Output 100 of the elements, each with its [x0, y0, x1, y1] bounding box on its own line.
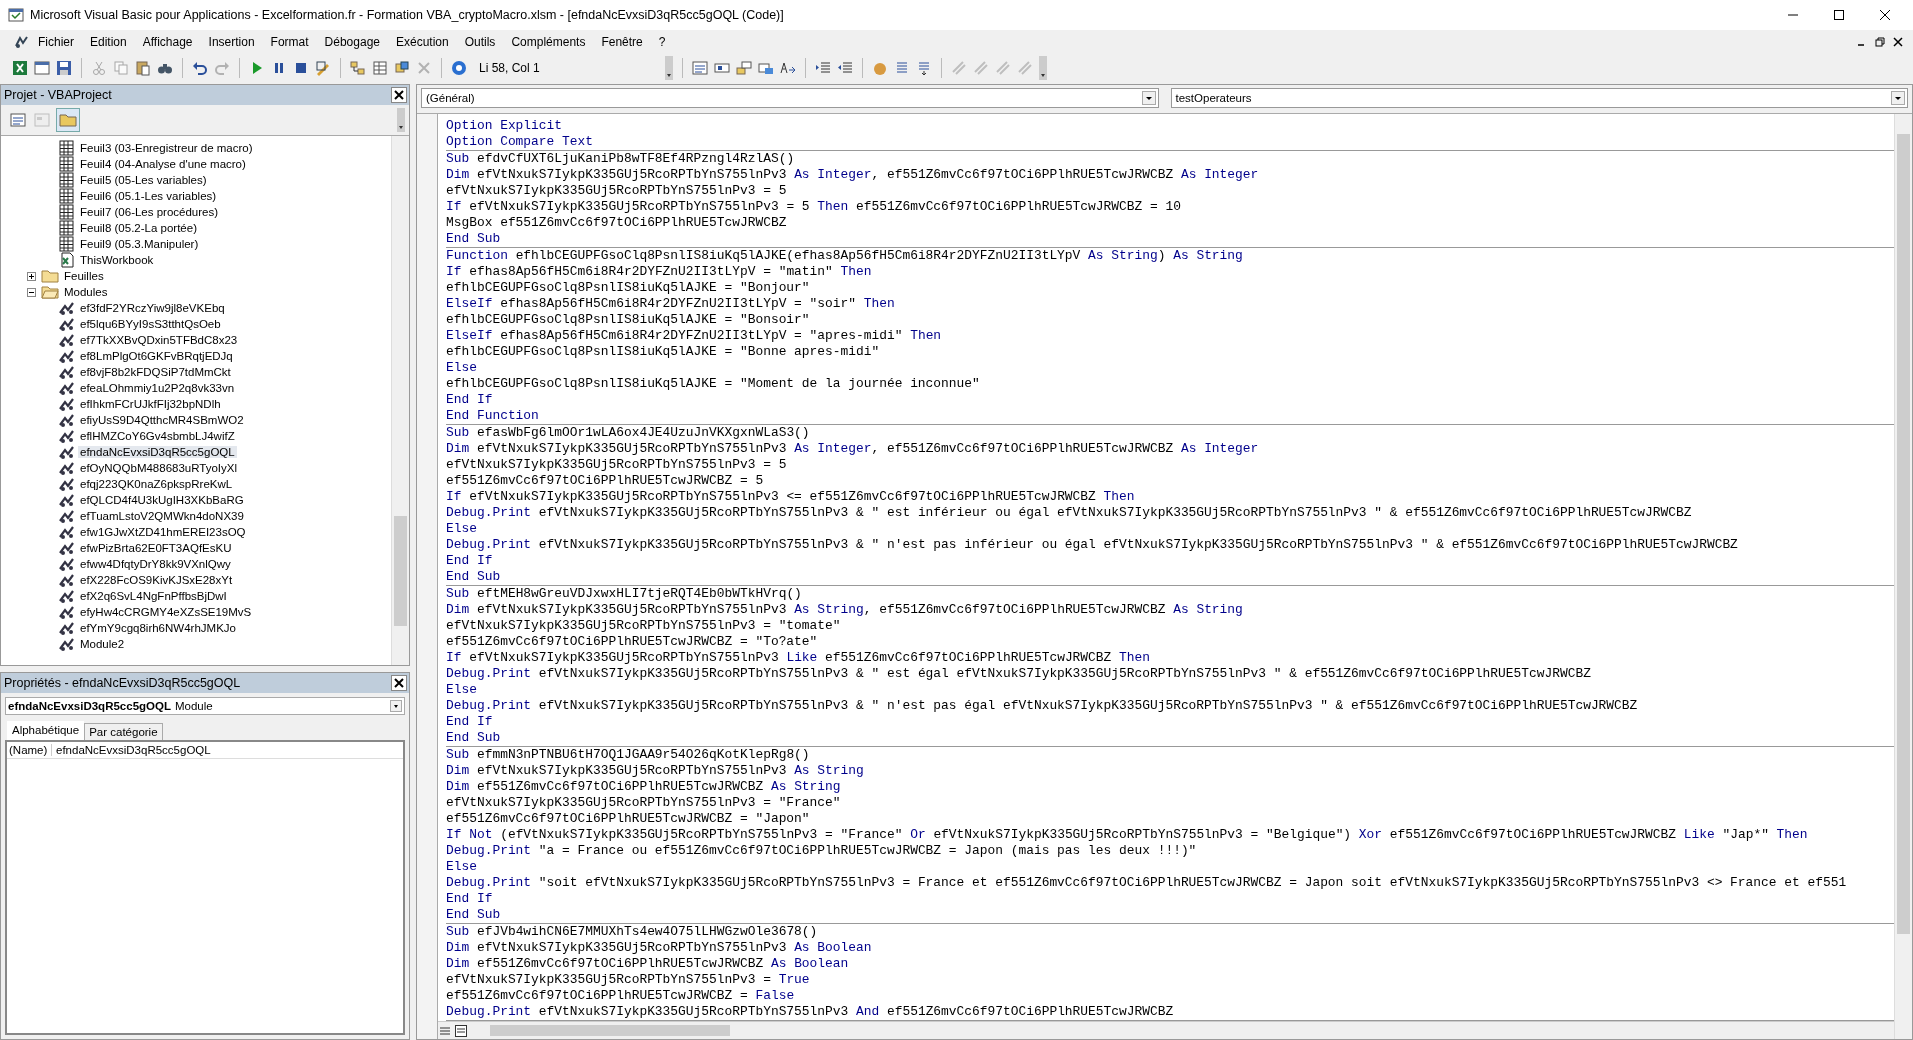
menu-item[interactable]: Insertion [200, 33, 263, 51]
menu-item[interactable]: Edition [82, 33, 135, 51]
tree-item[interactable]: ef5lqu6BYyI9sS3tthtQsOeb [78, 318, 223, 330]
close-icon[interactable] [1893, 37, 1903, 47]
comment-icon[interactable] [894, 60, 910, 76]
maximize-icon[interactable] [1833, 9, 1845, 21]
toolbar-grip-icon[interactable] [1039, 56, 1047, 80]
info-icon[interactable] [736, 60, 752, 76]
tree-item[interactable]: ThisWorkbook [78, 254, 156, 266]
project-explorer-icon[interactable] [350, 60, 366, 76]
tree-item[interactable]: efwPizBrta62E0FT3AQfEsKU [78, 542, 234, 554]
caret-icon[interactable] [1891, 91, 1905, 105]
properties-tab[interactable]: Par catégorie [84, 723, 163, 740]
tree-item[interactable]: efw1GJwXtZD41hmEREI23sOQ [78, 526, 248, 538]
menu-item[interactable]: Exécution [388, 33, 457, 51]
tree-item[interactable]: ef8vjF8b2kFDQSiP7tdMmCkt [78, 366, 233, 378]
tree-item[interactable]: eflHMZCoY6Gv4sbmbLJ4wifZ [78, 430, 237, 442]
tree-item[interactable]: efeaLOhmmiy1u2P2q8vk33vn [78, 382, 237, 394]
tree-item[interactable]: ef3fdF2YRczYiw9jl8eVKEbq [78, 302, 227, 314]
tree-item[interactable]: Feuil4 (04-Analyse d'une macro) [78, 158, 248, 170]
menu-item[interactable]: Format [262, 33, 317, 51]
spreadsheet-icon[interactable] [12, 60, 28, 76]
code-line: Dim efVtNxukS7IykpK335GUj5RcoRPTbYnS755lnPv3 As String [446, 763, 865, 779]
object-dropdown[interactable]: efndaNcEvxsiD3qR5cc5gOQL Module [5, 697, 405, 715]
tree-item[interactable]: Feuil3 (03-Enregistreur de macro) [78, 142, 255, 154]
tree-item[interactable]: ef8LmPlgOt6GKFvBRqtjEDJq [78, 350, 235, 362]
tree-item[interactable]: efYmY9cgq8irh6NW4rhJMKJo [78, 622, 238, 634]
form-icon[interactable] [34, 60, 50, 76]
scrollbar[interactable] [1894, 114, 1912, 1039]
code-line: Dim efVtNxukS7IykpK335GUj5RcoRPTbYnS755lnPv3 As Boolean [446, 940, 873, 956]
code-line: efhlbCEGUPFGsoClq8PsnlIS8iuKq5lAJKE = "Moment de la journée inconnue" [446, 376, 981, 392]
tree-item[interactable]: ef7TkXXBvQDxin5TFBdC8x23 [78, 334, 240, 346]
menu-item[interactable]: Affichage [134, 33, 201, 51]
parameter-icon[interactable] [758, 60, 774, 76]
property-value[interactable]: efndaNcEvxsiD3qR5cc5gOQL [52, 744, 211, 756]
object-name: efndaNcEvxsiD3qR5cc5gOQL [8, 700, 171, 712]
object-browser-icon[interactable] [394, 60, 410, 76]
restore-icon[interactable] [1875, 37, 1885, 47]
toolbar-grip-icon[interactable] [665, 56, 673, 80]
tree-item[interactable]: Modules [62, 286, 110, 298]
view-code-icon[interactable] [9, 111, 27, 129]
folder-icon[interactable] [57, 109, 79, 131]
tree-item[interactable]: Feuil6 (05.1-Les variables) [78, 190, 219, 202]
close-icon[interactable] [1879, 9, 1891, 21]
tree-item[interactable]: Feuil8 (05.2-La portée) [78, 222, 199, 234]
menu-item[interactable]: Fenêtre [593, 33, 651, 51]
code-line: efVtNxukS7IykpK335GUj5RcoRPTbYnS755lnPv3 = "tomate" [446, 618, 842, 634]
tree-item[interactable]: efiyUsS9D4QtthcMR4SBmWO2 [78, 414, 246, 426]
help-icon[interactable] [451, 60, 467, 76]
caret-icon[interactable] [1141, 91, 1156, 105]
toolbar-grip-icon[interactable] [397, 108, 405, 132]
indent-icon[interactable] [815, 60, 831, 76]
expander-icon[interactable] [27, 287, 36, 297]
folder-icon [41, 268, 59, 284]
scrollbar[interactable] [391, 136, 409, 665]
tree-item[interactable]: Feuil5 (05-Les variables) [78, 174, 209, 186]
complete-word-icon[interactable] [780, 60, 796, 76]
tree-item[interactable]: efww4DfqtyDrY8kk9VXnlQwy [78, 558, 233, 570]
code-line: If efVtNxukS7IykpK335GUj5RcoRPTbYnS755lnPv3 Like ef551Z6mvCc6f97tOCi6PPlhRUE5TcwJRWCBZ Then [446, 650, 1151, 666]
uncomment-icon[interactable] [916, 60, 932, 76]
menu-item[interactable]: Fichier [30, 33, 82, 51]
constants-icon[interactable] [714, 60, 730, 76]
save-icon[interactable] [56, 60, 72, 76]
menu-item[interactable]: Outils [456, 33, 504, 51]
code-line: Else [446, 859, 478, 875]
module-icon [59, 332, 75, 348]
tree-item[interactable]: Feuil7 (06-Les procédures) [78, 206, 221, 218]
menu-item[interactable]: ? [650, 33, 674, 51]
outdent-icon[interactable] [837, 60, 853, 76]
module-icon[interactable] [14, 34, 30, 50]
tree-item[interactable]: efyHw4cCRGMY4eXZsSE19MvS [78, 606, 254, 618]
object-dropdown[interactable]: (Général) [421, 88, 1159, 108]
close-icon[interactable] [391, 675, 407, 691]
tree-item[interactable]: efX2q6SvL4NgFnPffbsBjDwI [78, 590, 229, 602]
caret-icon[interactable] [390, 700, 402, 712]
properties-icon[interactable] [372, 60, 388, 76]
menu-item[interactable]: Compléments [503, 33, 594, 51]
tree-item[interactable]: Feuilles [62, 270, 106, 282]
module-view-icon[interactable] [454, 1023, 468, 1038]
tree-item[interactable]: efOyNQQbM488683uRTyoIyXl [78, 462, 240, 474]
tree-item[interactable]: efIhkmFCrUJkfFIj32bpNDlh [78, 398, 223, 410]
paste-icon[interactable] [135, 60, 151, 76]
tree-item[interactable]: efndaNcEvxsiD3qR5cc5gOQL [78, 446, 237, 458]
expander-icon[interactable] [27, 271, 36, 281]
tree-item[interactable]: efTuamLstoV2QMWkn4doNX39 [78, 510, 246, 522]
tree-item[interactable]: efX228FcOS9KivKJSxE28xYt [78, 574, 235, 586]
design-icon[interactable] [315, 60, 331, 76]
tree-item[interactable]: Feuil9 (05.3.Manipuler) [78, 238, 201, 250]
list-icon[interactable] [692, 60, 708, 76]
undo-icon[interactable] [192, 60, 208, 76]
tree-item[interactable]: efQLCD4f4U3kUgIH3XKbBaRG [78, 494, 246, 506]
tree-item[interactable]: efqj223QK0naZ6pkspRreKwL [78, 478, 235, 490]
code-line: Dim efVtNxukS7IykpK335GUj5RcoRPTbYnS755lnPv3 As Integer, ef551Z6mvCc6f97tOCi6PPlhRUE5TcwJRWCBZ As Integer [446, 167, 1260, 183]
properties-tab[interactable]: Alphabétique [7, 721, 85, 740]
procedure-dropdown[interactable]: testOperateurs [1170, 88, 1908, 108]
stop-icon[interactable] [293, 60, 309, 76]
module-icon [59, 476, 75, 492]
tree-item[interactable]: Module2 [78, 638, 127, 650]
menu-item[interactable]: Débogage [316, 33, 388, 51]
close-icon[interactable] [391, 87, 407, 103]
